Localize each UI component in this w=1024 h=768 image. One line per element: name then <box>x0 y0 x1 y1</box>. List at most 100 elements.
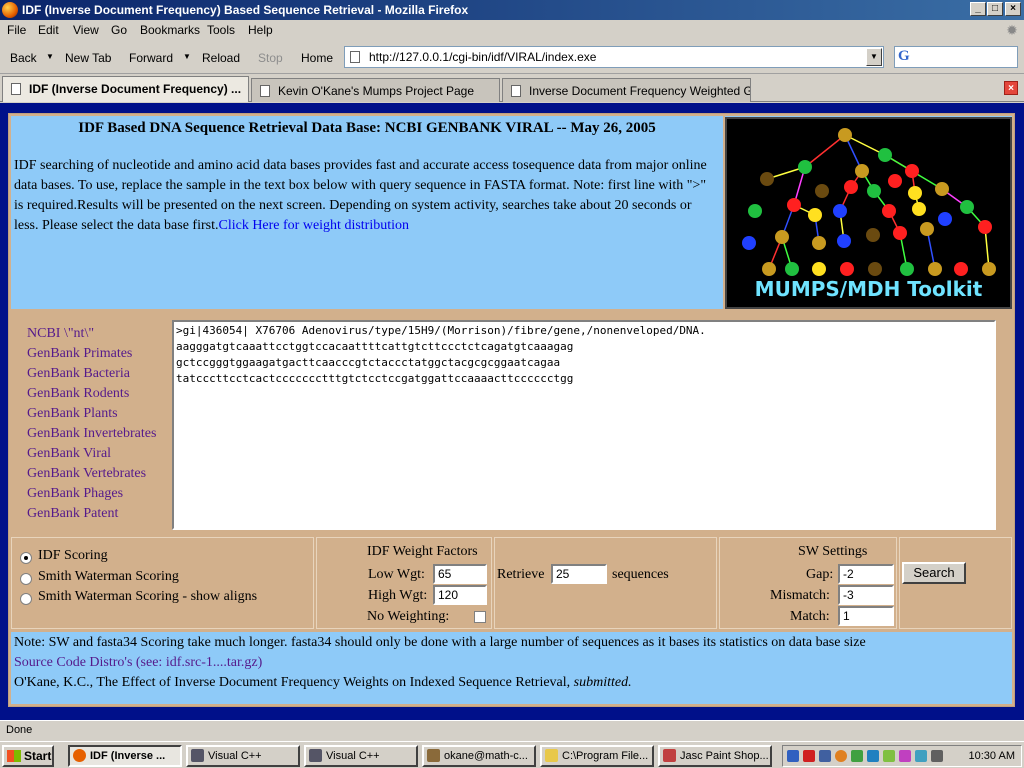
mismatch-label: Mismatch: <box>770 588 830 603</box>
menu-file[interactable]: File <box>7 23 26 37</box>
options-row: IDF Scoring Smith Waterman Scoring Smith… <box>11 537 1012 629</box>
forward-dropdown-icon[interactable]: ▼ <box>183 52 191 61</box>
db-link-primates[interactable]: GenBank Primates <box>27 346 132 362</box>
taskbar-label: okane@math-c... <box>444 750 528 762</box>
match-input[interactable]: 1 <box>838 606 894 626</box>
network-icon[interactable] <box>787 750 799 762</box>
taskbar-item-program-files[interactable]: C:\Program File... <box>540 745 654 767</box>
tab-label: Inverse Document Frequency Weighted Ge..… <box>529 84 751 98</box>
radio-smith-waterman[interactable] <box>20 573 32 585</box>
zonealarm-icon[interactable] <box>803 750 815 762</box>
radio-idf-scoring[interactable] <box>20 552 32 564</box>
windows-logo-icon <box>7 750 21 762</box>
firefox-icon <box>2 2 18 18</box>
taskbar-item-firefox[interactable]: IDF (Inverse ... <box>68 745 182 767</box>
page-icon <box>11 83 21 95</box>
tab-idf-weighted[interactable]: Inverse Document Frequency Weighted Ge..… <box>502 78 751 102</box>
taskbar-item-visual-cpp-2[interactable]: Visual C++ <box>304 745 418 767</box>
db-link-patent[interactable]: GenBank Patent <box>27 506 118 522</box>
taskbar-label: Jasc Paint Shop... <box>680 750 769 762</box>
menu-view[interactable]: View <box>73 23 99 37</box>
gap-label: Gap: <box>806 567 834 582</box>
volume-icon[interactable] <box>931 750 943 762</box>
home-button[interactable]: Home <box>301 51 333 65</box>
citation: O'Kane, K.C., The Effect of Inverse Docu… <box>14 673 1009 693</box>
tab-bar: IDF (Inverse Document Frequency) ... Kev… <box>0 75 1024 102</box>
sequence-textarea[interactable]: >gi|436054| X76706 Adenovirus/type/15H9/… <box>172 320 996 530</box>
terminal-icon <box>427 749 440 762</box>
citation-text: O'Kane, K.C., The Effect of Inverse Docu… <box>14 675 571 690</box>
start-button[interactable]: Start <box>2 745 54 767</box>
stop-button[interactable]: Stop <box>258 51 283 65</box>
back-dropdown-icon[interactable]: ▼ <box>46 52 54 61</box>
db-link-rodents[interactable]: GenBank Rodents <box>27 386 129 402</box>
taskbar-label: Visual C++ <box>208 750 262 762</box>
source-code-link[interactable]: Source Code Distro's (see: idf.src-1....… <box>14 655 262 670</box>
db-link-invertebrates[interactable]: GenBank Invertebrates <box>27 426 156 442</box>
match-label: Match: <box>790 609 830 624</box>
db-link-plants[interactable]: GenBank Plants <box>27 406 118 422</box>
scoring-options: IDF Scoring Smith Waterman Scoring Smith… <box>11 537 314 629</box>
menu-edit[interactable]: Edit <box>38 23 59 37</box>
new-tab-button[interactable]: New Tab <box>65 51 111 65</box>
tray-app-icon[interactable] <box>835 750 847 762</box>
page-icon <box>260 85 270 97</box>
radio-label: IDF Scoring <box>38 548 108 563</box>
page-icon <box>350 51 360 63</box>
high-wgt-input[interactable]: 120 <box>433 585 487 605</box>
low-wgt-input[interactable]: 65 <box>433 564 487 584</box>
minimize-button[interactable]: _ <box>970 2 986 16</box>
taskbar-item-visual-cpp-1[interactable]: Visual C++ <box>186 745 300 767</box>
citation-status: submitted. <box>573 675 632 690</box>
retrieve-count-input[interactable]: 25 <box>551 564 607 584</box>
reload-button[interactable]: Reload <box>202 51 240 65</box>
tab-mumps-project[interactable]: Kevin O'Kane's Mumps Project Page <box>251 78 500 102</box>
search-button[interactable]: Search <box>902 562 966 584</box>
menu-tools[interactable]: Tools <box>207 23 235 37</box>
forward-button[interactable]: Forward <box>129 51 173 65</box>
idf-weight-factors: IDF Weight Factors Low Wgt: 65 High Wgt:… <box>316 537 492 629</box>
menu-go[interactable]: Go <box>111 23 127 37</box>
retrieve-suffix: sequences <box>612 567 669 582</box>
google-search-icon[interactable]: G <box>898 48 916 66</box>
db-link-phages[interactable]: GenBank Phages <box>27 486 123 502</box>
radio-label: Smith Waterman Scoring <box>38 569 179 584</box>
low-wgt-label: Low Wgt: <box>368 567 425 582</box>
clock[interactable]: 10:30 AM <box>969 750 1015 762</box>
url-bar[interactable]: http://127.0.0.1/cgi-bin/idf/VIRAL/index… <box>344 46 884 68</box>
tray-app-icon[interactable] <box>851 750 863 762</box>
firefox-icon <box>73 749 86 762</box>
tray-app-icon[interactable] <box>867 750 879 762</box>
db-link-bacteria[interactable]: GenBank Bacteria <box>27 366 130 382</box>
url-text[interactable]: http://127.0.0.1/cgi-bin/idf/VIRAL/index… <box>369 50 596 64</box>
db-link-vertebrates[interactable]: GenBank Vertebrates <box>27 466 146 482</box>
page-content: IDF Based DNA Sequence Retrieval Data Ba… <box>0 103 1024 720</box>
taskbar-label: Visual C++ <box>326 750 380 762</box>
close-button[interactable]: × <box>1005 2 1021 16</box>
db-link-viral[interactable]: GenBank Viral <box>27 446 111 462</box>
gap-input[interactable]: -2 <box>838 564 894 584</box>
back-button[interactable]: Back <box>10 51 37 65</box>
tab-idf[interactable]: IDF (Inverse Document Frequency) ... <box>2 76 249 102</box>
weight-distribution-link[interactable]: Click Here for weight distribution <box>218 218 409 233</box>
tray-app-icon[interactable] <box>915 750 927 762</box>
no-weighting-checkbox[interactable] <box>474 611 486 623</box>
menu-bookmarks[interactable]: Bookmarks <box>140 23 200 37</box>
tray-app-icon[interactable] <box>819 750 831 762</box>
tray-app-icon[interactable] <box>899 750 911 762</box>
db-link-ncbi-nt[interactable]: NCBI \"nt\" <box>27 326 94 342</box>
tab-label: Kevin O'Kane's Mumps Project Page <box>278 84 475 98</box>
database-section: NCBI \"nt\" GenBank Primates GenBank Bac… <box>11 314 1012 534</box>
url-dropdown-icon[interactable]: ▼ <box>866 48 882 66</box>
mismatch-input[interactable]: -3 <box>838 585 894 605</box>
taskbar-item-terminal[interactable]: okane@math-c... <box>422 745 536 767</box>
tray-app-icon[interactable] <box>883 750 895 762</box>
close-tab-icon[interactable]: × <box>1004 81 1018 95</box>
taskbar-item-paint-shop[interactable]: Jasc Paint Shop... <box>658 745 772 767</box>
menu-help[interactable]: Help <box>248 23 273 37</box>
radio-smith-waterman-aligns[interactable] <box>20 593 32 605</box>
search-input[interactable]: G <box>894 46 1018 68</box>
logo-caption: MUMPS/MDH Toolkit <box>754 277 983 301</box>
maximize-button[interactable]: □ <box>987 2 1003 16</box>
idf-weights-title: IDF Weight Factors <box>367 544 478 559</box>
